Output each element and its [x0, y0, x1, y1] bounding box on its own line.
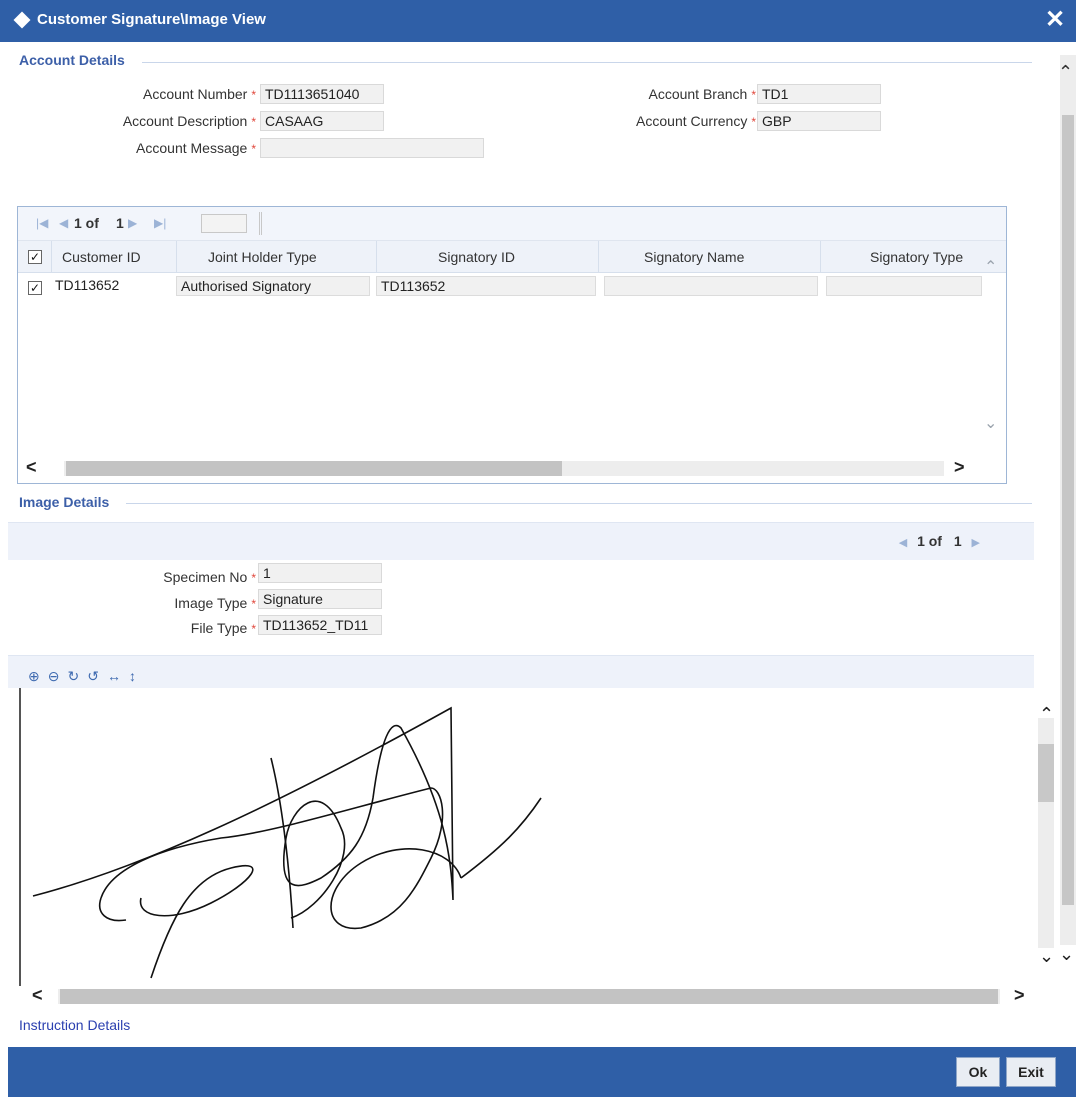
required-marker: *	[251, 142, 256, 156]
column-separator	[176, 241, 177, 273]
scroll-left-icon[interactable]: <	[32, 985, 43, 1006]
account-currency-label: Account Currency *	[636, 113, 756, 129]
zoom-out-icon[interactable]: ⊖	[48, 668, 62, 684]
account-currency-field[interactable]: GBP	[757, 111, 881, 131]
image-pager-current: 1 of	[917, 533, 942, 549]
image-type-label: Image Type *	[174, 595, 256, 611]
required-marker: *	[251, 88, 256, 102]
col-signatory-id[interactable]: Signatory ID	[438, 249, 515, 265]
rotate-right-icon[interactable]: ↻	[67, 668, 81, 684]
rotate-left-icon[interactable]: ↺	[87, 668, 101, 684]
column-separator	[598, 241, 599, 273]
col-joint-holder-type[interactable]: Joint Holder Type	[208, 249, 317, 265]
pager-divider	[259, 212, 262, 235]
required-marker: *	[251, 571, 256, 585]
zoom-in-icon[interactable]: ⊕	[28, 668, 42, 684]
image-type-field[interactable]: Signature	[258, 589, 382, 609]
image-toolbar: ⊕ ⊖ ↻ ↺ ↔ ↕	[8, 655, 1034, 688]
required-marker: *	[251, 622, 256, 636]
flip-vertical-icon[interactable]: ↕	[129, 668, 138, 684]
prev-image-icon[interactable]: ◀	[899, 537, 907, 549]
scroll-up-icon[interactable]: ⌃	[1058, 62, 1073, 83]
grid-header: ✓ Customer ID Joint Holder Type Signator…	[18, 241, 1006, 273]
account-description-field[interactable]: CASAAG	[260, 111, 384, 131]
required-marker: *	[751, 115, 756, 129]
cell-signatory-name[interactable]	[604, 276, 818, 296]
image-vertical-scrollbar[interactable]: ⌃ ⌄	[1035, 688, 1057, 978]
col-signatory-name[interactable]: Signatory Name	[644, 249, 744, 265]
table-row[interactable]: ✓ TD113652 Authorised Signatory TD113652	[18, 273, 1006, 299]
specimen-no-field[interactable]: 1	[258, 563, 382, 583]
image-pager-band: ◀ 1 of 1 ▶	[8, 522, 1034, 560]
cell-signatory-id[interactable]: TD113652	[376, 276, 596, 296]
account-message-field[interactable]	[260, 138, 484, 158]
account-branch-label: Account Branch *	[648, 86, 756, 102]
scroll-right-icon[interactable]: >	[1014, 985, 1025, 1006]
first-page-icon[interactable]: |◀	[36, 216, 48, 230]
cell-joint-holder-type[interactable]: Authorised Signatory	[176, 276, 370, 296]
grid-scroll-down-icon[interactable]: ⌄	[984, 413, 997, 433]
pager-current: 1 of	[74, 215, 99, 231]
grid-horizontal-scrollbar[interactable]: < >	[24, 457, 1000, 478]
required-marker: *	[251, 597, 256, 611]
close-icon[interactable]: ✕	[1042, 5, 1068, 34]
scrollbar-thumb[interactable]	[1038, 744, 1054, 802]
image-horizontal-scrollbar[interactable]: < >	[30, 985, 1036, 1006]
image-pager: ◀ 1 of 1 ▶	[893, 533, 986, 549]
last-page-icon[interactable]: ▶|	[154, 216, 166, 230]
app-diamond-icon	[13, 11, 31, 29]
account-number-label: Account Number *	[143, 86, 256, 102]
dialog-title: Customer Signature\Image View	[37, 11, 266, 28]
grid-scroll-up-icon[interactable]: ⌃	[984, 257, 997, 277]
exit-button[interactable]: Exit	[1006, 1057, 1056, 1087]
scrollbar-thumb[interactable]	[1062, 115, 1074, 905]
row-checkbox[interactable]: ✓	[28, 281, 42, 295]
dialog-scroll-down-icon[interactable]: ⌄	[1059, 944, 1074, 965]
prev-page-icon[interactable]: ◀	[59, 216, 68, 230]
scrollbar-thumb[interactable]	[66, 461, 562, 476]
image-toolbar-icons: ⊕ ⊖ ↻ ↺ ↔ ↕	[28, 668, 144, 685]
cell-signatory-type[interactable]	[826, 276, 982, 296]
file-type-label: File Type *	[190, 620, 256, 636]
scrollbar-thumb[interactable]	[60, 989, 998, 1004]
column-separator	[51, 241, 52, 273]
page-number-input[interactable]	[201, 214, 247, 233]
next-page-icon[interactable]: ▶	[128, 216, 137, 230]
dialog-footer: Ok Exit	[8, 1047, 1076, 1097]
pager-total: 1	[116, 215, 124, 231]
scroll-right-icon[interactable]: >	[954, 457, 965, 478]
column-separator	[820, 241, 821, 273]
specimen-no-label: Specimen No *	[163, 569, 256, 585]
image-scroll-down-icon[interactable]: ⌄	[1039, 946, 1054, 967]
select-all-checkbox[interactable]: ✓	[28, 250, 42, 264]
image-pager-total: 1	[953, 533, 962, 549]
flip-horizontal-icon[interactable]: ↔	[107, 668, 123, 684]
account-branch-field[interactable]: TD1	[757, 84, 881, 104]
dialog-titlebar: Customer Signature\Image View ✕	[0, 0, 1076, 42]
account-description-label: Account Description *	[122, 113, 256, 129]
account-details-title: Account Details	[19, 52, 125, 68]
signatory-grid: |◀ ◀ 1 of 1 ▶ ▶| ✓ Customer ID Joint Hol…	[17, 206, 1007, 484]
required-marker: *	[751, 88, 756, 102]
scroll-left-icon[interactable]: <	[26, 457, 37, 478]
next-image-icon[interactable]: ▶	[972, 537, 980, 549]
required-marker: *	[251, 115, 256, 129]
dialog-vertical-scrollbar[interactable]	[1060, 55, 1076, 945]
file-type-field[interactable]: TD113652_TD11	[258, 615, 382, 635]
grid-pager: |◀ ◀ 1 of 1 ▶ ▶|	[18, 207, 1006, 241]
section-divider	[142, 62, 1032, 63]
column-separator	[376, 241, 377, 273]
image-details-title: Image Details	[19, 494, 110, 510]
section-divider	[126, 503, 1032, 504]
signature-image-viewer[interactable]	[19, 688, 1033, 986]
col-customer-id[interactable]: Customer ID	[62, 249, 141, 265]
col-signatory-type[interactable]: Signatory Type	[870, 249, 963, 265]
signature-image	[32, 706, 542, 979]
account-number-field[interactable]: TD1113651040	[260, 84, 384, 104]
instruction-details-link[interactable]: Instruction Details	[19, 1017, 130, 1033]
cell-customer-id: TD113652	[55, 277, 120, 293]
ok-button[interactable]: Ok	[956, 1057, 1000, 1087]
account-message-label: Account Message *	[136, 140, 256, 156]
